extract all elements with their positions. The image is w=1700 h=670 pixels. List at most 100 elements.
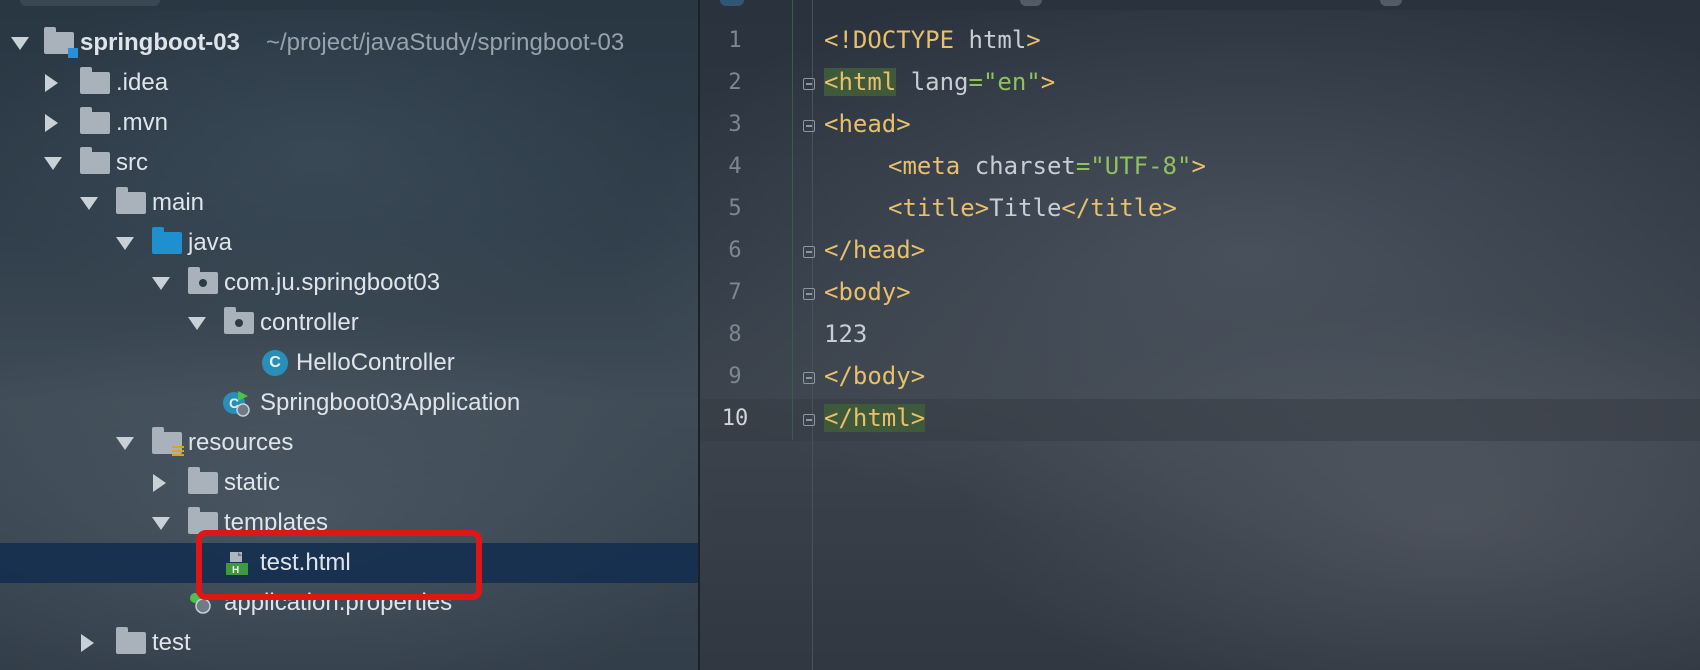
tree-item-root[interactable]: springboot-03 ~/project/javaStudy/spring… <box>0 23 698 63</box>
tree-item-static[interactable]: static <box>0 463 698 503</box>
java-class-icon: C <box>262 350 288 376</box>
expand-arrow-icon[interactable] <box>116 236 134 250</box>
code-token: <body> <box>824 278 911 306</box>
code-token: = <box>1075 152 1091 180</box>
expand-arrow-icon[interactable] <box>188 316 206 330</box>
spring-boot-app-icon: C <box>223 391 250 417</box>
indent-guide <box>792 0 793 440</box>
fold-marker-icon[interactable] <box>803 78 815 90</box>
tree-item-java[interactable]: java <box>0 223 698 263</box>
tree-item-src[interactable]: src <box>0 143 698 183</box>
tree-item-label: java <box>188 229 233 256</box>
tree-item-label: static <box>224 469 281 496</box>
code-line-7[interactable]: <body> <box>824 278 911 306</box>
fold-marker-icon[interactable] <box>803 120 815 132</box>
expand-arrow-icon[interactable] <box>80 196 98 210</box>
tree-item-idea[interactable]: .idea <box>0 63 698 103</box>
code-token: </html <box>824 404 911 432</box>
folder-icon <box>80 147 110 174</box>
code-line-9[interactable]: </body> <box>824 362 925 390</box>
tree-item-application[interactable]: C Springboot03Application <box>0 383 698 423</box>
tree-item-main[interactable]: main <box>0 183 698 223</box>
fold-marker-icon[interactable] <box>803 414 815 426</box>
fold-marker-icon[interactable] <box>803 246 815 258</box>
line-number: 9 <box>728 364 742 389</box>
code-token: <!DOCTYPE <box>824 26 955 54</box>
code-line-10[interactable]: </html> <box>824 404 926 432</box>
tree-item-package[interactable]: com.ju.springboot03 <box>0 263 698 303</box>
code-token: > <box>1026 26 1041 54</box>
code-token: > <box>1040 68 1056 96</box>
line-number: 5 <box>728 196 742 221</box>
package-icon <box>188 267 218 294</box>
tree-item-label: Springboot03Application <box>260 389 521 416</box>
tree-item-resources[interactable]: resources <box>0 423 698 463</box>
folder-icon <box>116 627 146 654</box>
collapse-arrow-icon[interactable] <box>45 74 58 92</box>
code-token: </head> <box>824 236 926 264</box>
expand-arrow-icon[interactable] <box>152 276 170 290</box>
code-token: <head> <box>824 110 911 138</box>
code-line-6[interactable]: </head> <box>824 236 925 264</box>
collapse-arrow-icon[interactable] <box>45 114 58 132</box>
folder-icon <box>80 107 110 134</box>
code-line-8[interactable]: 123 <box>824 320 867 348</box>
expand-arrow-icon[interactable] <box>44 156 62 170</box>
tree-item-hellocontroller[interactable]: C HelloController <box>0 343 698 383</box>
expand-arrow-icon[interactable] <box>152 516 170 530</box>
red-highlight-box <box>196 530 482 600</box>
collapse-arrow-icon[interactable] <box>153 474 166 492</box>
code-token: </body> <box>824 362 926 390</box>
package-icon <box>224 307 254 334</box>
tree-item-label: resources <box>188 429 294 456</box>
project-tree-panel: springboot-03 ~/project/javaStudy/spring… <box>0 0 698 670</box>
tree-item-mvn[interactable]: .mvn <box>0 103 698 143</box>
line-number: 1 <box>728 28 742 53</box>
tree-item-test[interactable]: test <box>0 623 698 663</box>
line-number-current: 10 <box>721 406 749 431</box>
tree-item-controller[interactable]: controller <box>0 303 698 343</box>
code-token: Title <box>989 194 1062 222</box>
code-token: 123 <box>824 320 868 348</box>
folder-icon <box>188 467 218 494</box>
tree-item-label: test <box>152 629 191 656</box>
resources-folder-icon <box>152 427 184 458</box>
code-token: <html <box>824 68 897 96</box>
code-line-3[interactable]: <head> <box>824 110 911 138</box>
code-token: = <box>968 68 983 96</box>
tree-item-label: HelloController <box>296 349 455 376</box>
tree-root-label: springboot-03 <box>80 29 240 56</box>
code-line-1[interactable]: <!DOCTYPE html> <box>824 26 1041 54</box>
gutter-separator <box>812 0 813 670</box>
code-line-2[interactable]: <html lang="en"> <box>824 68 1055 96</box>
code-line-4[interactable]: <meta charset="UTF-8"> <box>888 152 1206 180</box>
tree-root-path: ~/project/javaStudy/springboot-03 <box>266 29 625 56</box>
line-number: 8 <box>728 322 742 347</box>
line-number: 7 <box>728 280 742 305</box>
tree-item-label: .idea <box>116 69 169 96</box>
code-token: > <box>1191 152 1206 180</box>
fold-marker-icon[interactable] <box>803 372 815 384</box>
source-folder-icon <box>152 227 182 254</box>
tree-item-label: main <box>152 189 205 216</box>
code-line-5[interactable]: <title>Title</title> <box>888 194 1177 222</box>
expand-arrow-icon[interactable] <box>116 436 134 450</box>
code-token: "en" <box>982 68 1041 96</box>
tree-item-label: com.ju.springboot03 <box>224 269 441 296</box>
folder-icon <box>116 187 146 214</box>
folder-icon <box>80 67 110 94</box>
code-token: </title> <box>1061 194 1177 222</box>
code-token: <title> <box>888 194 990 222</box>
line-number: 6 <box>728 238 742 263</box>
line-number: 2 <box>728 70 742 95</box>
tree-item-label: src <box>116 149 148 176</box>
fold-marker-icon[interactable] <box>803 288 815 300</box>
expand-arrow-icon[interactable] <box>11 36 29 50</box>
tree-item-label: .mvn <box>116 109 169 136</box>
code-token: charset <box>960 152 1076 180</box>
collapse-arrow-icon[interactable] <box>81 634 94 652</box>
code-token: > <box>910 404 926 432</box>
module-folder-icon <box>44 27 78 58</box>
code-token: html <box>954 26 1027 54</box>
line-number: 3 <box>728 112 742 137</box>
